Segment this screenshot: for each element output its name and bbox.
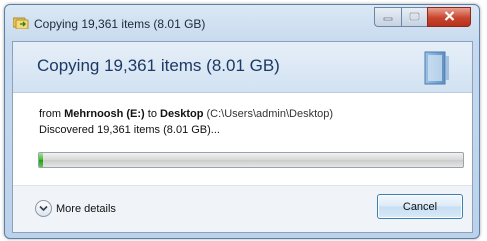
copy-progress-dialog: Copying 19,361 items (8.01 GB) Copying 1… bbox=[4, 4, 480, 239]
header-band: Copying 19,361 items (8.01 GB) bbox=[13, 42, 472, 93]
discovered-status: Discovered 19,361 items (8.01 GB)... bbox=[39, 124, 220, 136]
close-icon bbox=[444, 8, 455, 26]
dialog-content: Copying 19,361 items (8.01 GB) from Mehr bbox=[12, 41, 473, 233]
source-destination-line: from Mehrnoosh (E:) to Desktop (C:\Users… bbox=[39, 108, 333, 120]
window-title: Copying 19,361 items (8.01 GB) bbox=[34, 17, 206, 31]
title-bar[interactable]: Copying 19,361 items (8.01 GB) bbox=[5, 5, 479, 41]
copy-folder-icon bbox=[12, 16, 29, 30]
destination-link[interactable]: Desktop bbox=[160, 108, 203, 120]
chevron-down-icon bbox=[35, 200, 52, 217]
maximize-icon bbox=[409, 8, 420, 26]
caption-buttons bbox=[374, 7, 471, 27]
close-button[interactable] bbox=[427, 7, 471, 27]
minimize-icon bbox=[383, 8, 393, 26]
dialog-footer: More details Cancel bbox=[13, 185, 472, 232]
progress-bar bbox=[38, 152, 464, 168]
source-link[interactable]: Mehrnoosh (E:) bbox=[64, 108, 145, 120]
to-word: to bbox=[144, 108, 161, 120]
more-details-label: More details bbox=[56, 202, 116, 215]
minimize-button[interactable] bbox=[374, 7, 401, 27]
file-transfer-animation-icon bbox=[419, 48, 453, 88]
more-details-toggle[interactable]: More details bbox=[35, 200, 116, 217]
operation-title: Copying 19,361 items (8.01 GB) bbox=[37, 56, 280, 75]
progress-fill bbox=[39, 153, 43, 167]
cancel-button[interactable]: Cancel bbox=[377, 194, 463, 219]
from-prefix: from bbox=[39, 108, 65, 120]
maximize-button[interactable] bbox=[401, 7, 427, 27]
destination-path: (C:\Users\admin\Desktop) bbox=[203, 108, 334, 120]
